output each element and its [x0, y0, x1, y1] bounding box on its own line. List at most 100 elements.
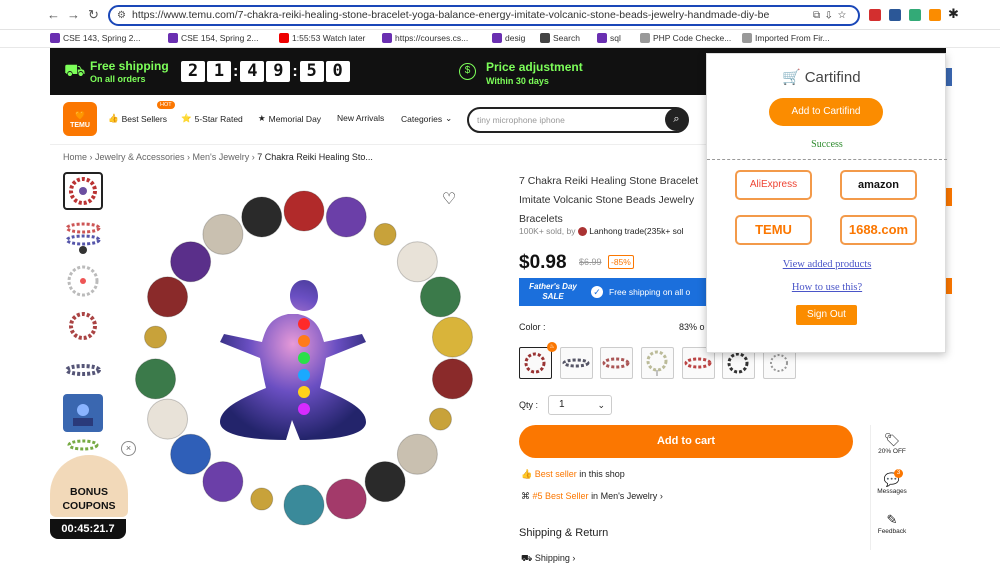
bead: [364, 461, 406, 503]
search-input[interactable]: tiny microphone iphone: [467, 107, 689, 133]
free-shipping-text: Free shipping On all orders: [90, 60, 169, 86]
breadcrumb-mens-jewelry[interactable]: Men's Jewelry: [193, 152, 250, 162]
bead: [428, 407, 452, 431]
option-image: [646, 350, 668, 376]
color-option-4[interactable]: [641, 347, 674, 379]
bead: [135, 358, 177, 400]
add-to-cartifind-button[interactable]: Add to Cartifind: [769, 98, 883, 126]
thumbnail-6[interactable]: [63, 394, 103, 432]
bookmark-icon: [540, 33, 550, 43]
search-button[interactable]: ⌕: [665, 108, 688, 131]
close-icon[interactable]: ×: [121, 441, 136, 456]
bookmarks-bar: CSE 143, Spring 2... CSE 154, Spring 2...…: [0, 30, 1000, 48]
free-shipping-note: Free shipping on all o: [609, 287, 691, 297]
bookmark-item[interactable]: 1:55:53 Watch later: [279, 33, 365, 43]
rail-messages[interactable]: 💬 3 Messages: [870, 469, 914, 495]
nav-best-sellers[interactable]: 👍 Best Sellers: [108, 113, 167, 124]
favorite-heart-icon[interactable]: ♡: [438, 189, 460, 211]
reload-icon[interactable]: ↻: [88, 7, 99, 23]
nav-5-star-rated[interactable]: ⭐ 5-Star Rated: [181, 113, 243, 124]
forward-icon[interactable]: →: [67, 7, 80, 22]
nav-label: New Arrivals: [337, 113, 385, 123]
bookmark-item[interactable]: desig: [492, 33, 525, 43]
rank-category: in Men's Jewelry: [591, 491, 658, 501]
bookmark-icon: [492, 33, 502, 43]
seller-avatar: [577, 227, 587, 237]
bookmark-label: CSE 143, Spring 2...: [63, 33, 141, 43]
temu-logo[interactable]: 🧡 TEMU: [63, 102, 97, 136]
how-to-use-link[interactable]: How to use this?: [707, 282, 947, 293]
breadcrumb-home[interactable]: Home: [63, 152, 87, 162]
extension-icon-green[interactable]: [909, 9, 921, 21]
rail-coupon[interactable]: 🏷 20% OFF: [870, 432, 914, 455]
temu-store-button[interactable]: TEMU: [735, 215, 812, 245]
rank-info[interactable]: ⌘ #5 Best Seller in Men's Jewelry ›: [521, 491, 663, 502]
thumbnail-7[interactable]: [63, 436, 103, 454]
puzzle-icon[interactable]: ✱: [948, 6, 959, 22]
cart-icon: 🛒: [782, 69, 801, 86]
color-option-2[interactable]: [560, 347, 593, 379]
extension-icon-blue[interactable]: [889, 9, 901, 21]
bookmark-icon: [279, 33, 289, 43]
bookmark-item[interactable]: sql: [597, 33, 621, 43]
rail-label: 20% OFF: [878, 448, 906, 455]
bead: [170, 433, 212, 475]
nav-memorial-day[interactable]: ★ Memorial Day: [258, 113, 321, 124]
countdown-digit: 4: [240, 61, 265, 82]
color-option-3[interactable]: [600, 347, 633, 379]
bead: [283, 190, 325, 232]
nav-categories[interactable]: Categories ⌄: [401, 113, 452, 124]
back-icon[interactable]: ←: [47, 7, 60, 22]
check-icon: ✓: [591, 286, 603, 298]
option-image: [602, 357, 630, 369]
fire-badge-icon: ♨: [547, 342, 557, 352]
qty-select[interactable]: 1 ⌄: [548, 395, 612, 415]
edge-tab: [946, 188, 952, 206]
thumbnail-3[interactable]: [63, 262, 103, 300]
bead: [396, 241, 438, 283]
bookmark-item[interactable]: CSE 154, Spring 2...: [168, 33, 259, 43]
sign-out-button[interactable]: Sign Out: [796, 305, 857, 325]
bead: [431, 358, 473, 400]
view-added-products-link[interactable]: View added products: [707, 259, 947, 270]
url-actions-icon[interactable]: ⧉⇩☆: [813, 7, 852, 24]
countdown-digit: 2: [181, 61, 205, 82]
extension-icon-red[interactable]: [869, 9, 881, 21]
bookmark-item[interactable]: https://courses.cs...: [382, 33, 468, 43]
dollar-icon: $: [459, 63, 476, 80]
bookmark-item[interactable]: Imported From Fir...: [742, 33, 830, 43]
add-to-cart-button[interactable]: Add to cart: [519, 425, 853, 458]
aliexpress-store-button[interactable]: AliExpress: [735, 170, 812, 200]
price-adjustment-title: Price adjustment: [486, 60, 583, 74]
thumbnail-4[interactable]: [63, 307, 103, 345]
thumbs-up-icon: 👍: [521, 469, 533, 479]
amazon-store-button[interactable]: amazon: [840, 170, 917, 200]
bonus-title: BONUS COUPONS: [62, 486, 116, 512]
messages-badge: 3: [894, 469, 903, 478]
rail-feedback[interactable]: ✎ Feedback: [870, 512, 914, 535]
thumbnail-1[interactable]: [63, 172, 103, 210]
bead: [325, 196, 367, 238]
bookmark-item[interactable]: CSE 143, Spring 2...: [50, 33, 141, 43]
thumbnail-5[interactable]: [63, 351, 103, 389]
color-option-1[interactable]: [519, 347, 552, 379]
product-main-image[interactable]: [108, 172, 508, 540]
seller-link[interactable]: Lanhong trade(235k+ sol: [589, 226, 683, 236]
breadcrumb-jewelry[interactable]: Jewelry & Accessories: [95, 152, 185, 162]
countdown-digit: 1: [207, 61, 231, 82]
url-bar[interactable]: ⚙ https://www.temu.com/7-chakra-reiki-he…: [108, 5, 860, 26]
site-settings-icon[interactable]: ⚙: [117, 7, 126, 24]
1688-store-button[interactable]: 1688.com: [840, 215, 917, 245]
thumbnail-image: [67, 439, 99, 451]
thumbnail-image: [67, 265, 99, 297]
shipping-link[interactable]: ⛟ Shipping ›: [521, 553, 575, 565]
thumbnail-2[interactable]: [63, 218, 103, 256]
product-title: 7 Chakra Reiki Healing Stone Bracelet Im…: [519, 175, 699, 225]
cartifind-extension-icon[interactable]: [929, 9, 941, 21]
bead: [144, 325, 168, 349]
bookmark-item[interactable]: Search: [540, 33, 580, 43]
nav-new-arrivals[interactable]: New Arrivals: [337, 113, 384, 123]
bookmark-item[interactable]: PHP Code Checke...: [640, 33, 731, 43]
nav-label: 5-Star Rated: [194, 113, 243, 124]
free-shipping-title: Free shipping: [90, 59, 169, 73]
